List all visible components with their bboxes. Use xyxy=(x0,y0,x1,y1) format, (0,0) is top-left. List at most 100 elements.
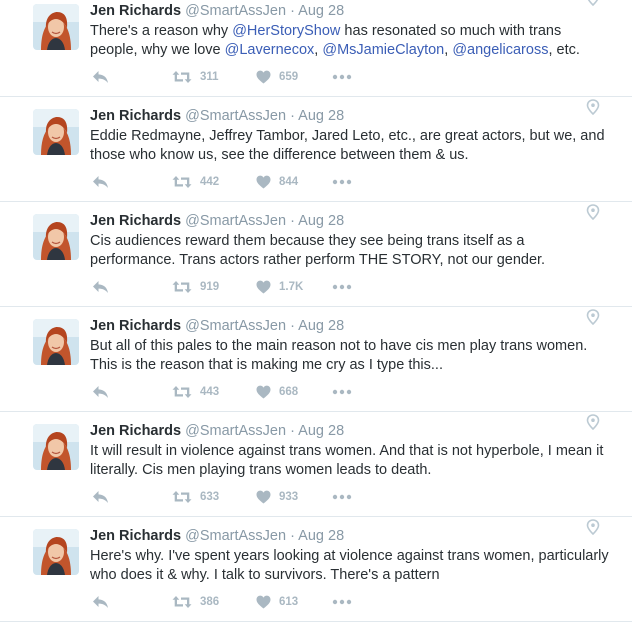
like-button[interactable]: 668 xyxy=(256,383,298,401)
tweet-4[interactable]: Jen Richards @SmartAssJen · Aug 28 But a… xyxy=(0,307,632,412)
avatar[interactable] xyxy=(33,4,79,50)
retweet-icon xyxy=(172,281,192,293)
more-dots-icon xyxy=(332,494,352,500)
avatar-photo-icon xyxy=(33,319,79,365)
heart-icon xyxy=(256,385,271,399)
like-count: 659 xyxy=(279,71,299,83)
like-button[interactable]: 933 xyxy=(256,488,298,506)
reply-button[interactable] xyxy=(92,278,109,296)
tweet-actions: 443 668 xyxy=(92,383,392,401)
author-name[interactable]: Jen Richards xyxy=(90,423,181,439)
tweet-text: Cis audiences reward them because they s… xyxy=(90,232,610,270)
tweet-text-segment: Cis audiences reward them because they s… xyxy=(90,233,546,268)
like-button[interactable]: 659 xyxy=(256,68,298,86)
location-pin-icon[interactable] xyxy=(586,99,600,116)
avatar-photo-icon xyxy=(33,109,79,155)
reply-button[interactable] xyxy=(92,68,109,86)
reply-icon xyxy=(93,596,108,608)
location-pin-icon[interactable] xyxy=(586,414,600,431)
reply-button[interactable] xyxy=(92,383,109,401)
author-name[interactable]: Jen Richards xyxy=(90,528,181,544)
reply-button[interactable] xyxy=(92,593,109,611)
author-handle[interactable]: @SmartAssJen xyxy=(185,108,286,124)
more-dots-icon xyxy=(332,179,352,185)
author-handle[interactable]: @SmartAssJen xyxy=(185,213,286,229)
avatar[interactable] xyxy=(33,109,79,155)
author-handle[interactable]: @SmartAssJen xyxy=(185,3,286,19)
tweet-date[interactable]: Aug 28 xyxy=(298,3,344,19)
tweet-text: It will result in violence against trans… xyxy=(90,442,610,480)
mention-link[interactable]: @angelicaross xyxy=(452,42,548,58)
heart-icon xyxy=(256,175,271,189)
like-count: 933 xyxy=(279,491,299,503)
reply-icon xyxy=(93,386,108,398)
author-name[interactable]: Jen Richards xyxy=(90,318,181,334)
author-name[interactable]: Jen Richards xyxy=(90,213,181,229)
tweet-1[interactable]: Jen Richards @SmartAssJen · Aug 28 There… xyxy=(0,0,632,97)
author-name[interactable]: Jen Richards xyxy=(90,108,181,124)
mention-link[interactable]: @MsJamieClayton xyxy=(322,42,444,58)
like-button[interactable]: 613 xyxy=(256,593,298,611)
more-button[interactable] xyxy=(332,383,352,401)
tweet-3[interactable]: Jen Richards @SmartAssJen · Aug 28 Cis a… xyxy=(0,202,632,307)
heart-icon xyxy=(256,70,271,84)
tweet-text-segment: But all of this pales to the main reason… xyxy=(90,338,588,373)
header-separator: · xyxy=(290,3,295,19)
more-button[interactable] xyxy=(332,278,352,296)
author-handle[interactable]: @SmartAssJen xyxy=(185,528,286,544)
more-button[interactable] xyxy=(332,68,352,86)
retweet-button[interactable]: 442 xyxy=(172,173,219,191)
location-pin-icon[interactable] xyxy=(586,0,600,7)
mention-link[interactable]: @Lavernecox xyxy=(225,42,315,58)
tweet-actions: 919 1.7K xyxy=(92,278,392,296)
retweet-button[interactable]: 311 xyxy=(172,68,219,86)
location-pin-icon[interactable] xyxy=(586,204,600,221)
retweet-count: 442 xyxy=(200,176,220,188)
header-separator: · xyxy=(290,318,295,334)
tweet-date[interactable]: Aug 28 xyxy=(298,108,344,124)
heart-icon xyxy=(256,490,271,504)
tweet-text: But all of this pales to the main reason… xyxy=(90,337,610,375)
tweet-2[interactable]: Jen Richards @SmartAssJen · Aug 28 Eddie… xyxy=(0,97,632,202)
tweet-text-segment: There's a reason why xyxy=(90,23,233,39)
tweet-date[interactable]: Aug 28 xyxy=(298,528,344,544)
retweet-count: 311 xyxy=(200,71,219,83)
tweet-actions: 442 844 xyxy=(92,173,392,191)
tweet-6[interactable]: Jen Richards @SmartAssJen · Aug 28 Here'… xyxy=(0,517,632,622)
tweet-header: Jen Richards @SmartAssJen · Aug 28 xyxy=(90,422,344,441)
avatar[interactable] xyxy=(33,319,79,365)
location-pin-icon[interactable] xyxy=(586,519,600,536)
tweet-date[interactable]: Aug 28 xyxy=(298,423,344,439)
header-separator: · xyxy=(290,213,295,229)
tweet-text: Here's why. I've spent years looking at … xyxy=(90,547,610,585)
tweet-5[interactable]: Jen Richards @SmartAssJen · Aug 28 It wi… xyxy=(0,412,632,517)
reply-button[interactable] xyxy=(92,488,109,506)
author-handle[interactable]: @SmartAssJen xyxy=(185,423,286,439)
retweet-button[interactable]: 633 xyxy=(172,488,219,506)
more-dots-icon xyxy=(332,74,352,80)
retweet-button[interactable]: 386 xyxy=(172,593,219,611)
author-handle[interactable]: @SmartAssJen xyxy=(185,318,286,334)
like-button[interactable]: 844 xyxy=(256,173,298,191)
retweet-count: 633 xyxy=(200,491,220,503)
retweet-button[interactable]: 919 xyxy=(172,278,219,296)
author-name[interactable]: Jen Richards xyxy=(90,3,181,19)
location-pin-icon[interactable] xyxy=(586,309,600,326)
more-button[interactable] xyxy=(332,488,352,506)
tweet-date[interactable]: Aug 28 xyxy=(298,318,344,334)
avatar[interactable] xyxy=(33,214,79,260)
more-button[interactable] xyxy=(332,173,352,191)
more-dots-icon xyxy=(332,284,352,290)
retweet-button[interactable]: 443 xyxy=(172,383,219,401)
like-count: 1.7K xyxy=(279,281,304,293)
more-button[interactable] xyxy=(332,593,352,611)
like-button[interactable]: 1.7K xyxy=(256,278,303,296)
avatar[interactable] xyxy=(33,529,79,575)
avatar[interactable] xyxy=(33,424,79,470)
tweet-text: There's a reason why @HerStoryShow has r… xyxy=(90,22,610,60)
tweet-date[interactable]: Aug 28 xyxy=(298,213,344,229)
reply-button[interactable] xyxy=(92,173,109,191)
tweet-text-segment: Here's why. I've spent years looking at … xyxy=(90,548,609,583)
mention-link[interactable]: @HerStoryShow xyxy=(232,23,340,39)
more-dots-icon xyxy=(332,599,352,605)
